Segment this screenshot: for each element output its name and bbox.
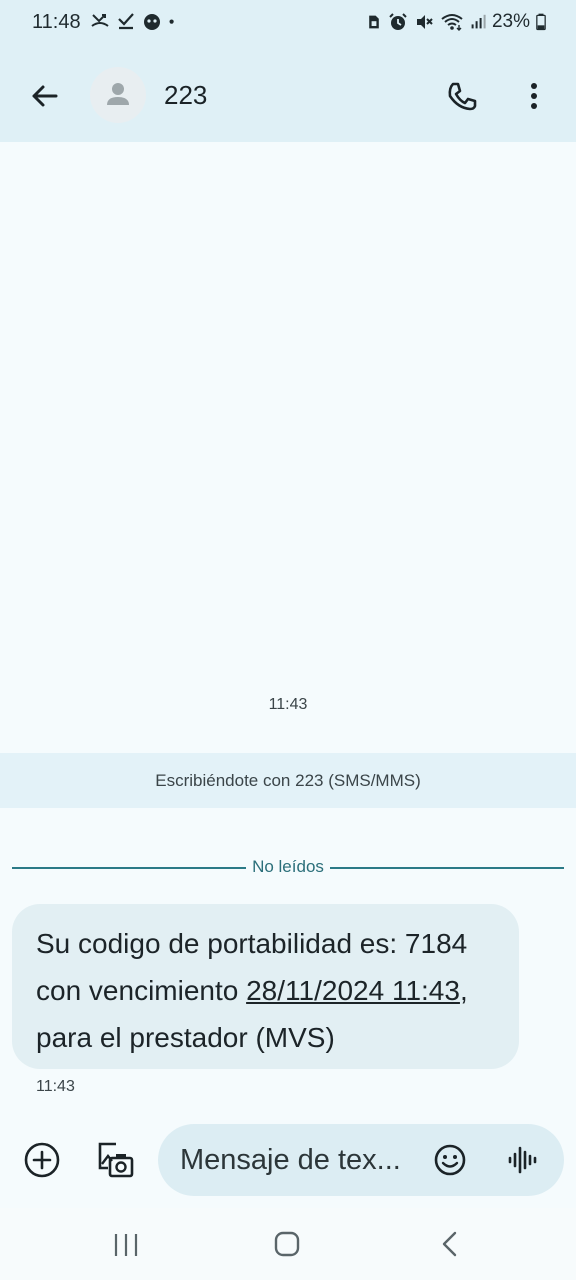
- wifi-icon: [441, 14, 463, 31]
- nav-back-icon[interactable]: [438, 1230, 462, 1258]
- avatar[interactable]: [90, 67, 146, 123]
- sms-info-banner: Escribiéndote con 223 (SMS/MMS): [0, 753, 576, 808]
- message-date-link[interactable]: 28/11/2024 11:43: [246, 975, 460, 1006]
- sim-icon: [369, 15, 379, 29]
- missed-call-icon: [91, 14, 109, 27]
- battery-level: 23%: [491, 11, 530, 32]
- message-time: 11:43: [36, 1078, 75, 1095]
- home-icon[interactable]: [273, 1230, 301, 1258]
- mute-icon: [416, 15, 433, 29]
- divider-line-right: [330, 867, 564, 869]
- app-notification-icon: [144, 14, 160, 30]
- add-icon[interactable]: [22, 1140, 62, 1180]
- system-nav-bar: [0, 1208, 576, 1280]
- message-input[interactable]: Mensaje de tex...: [158, 1124, 564, 1196]
- contact-name[interactable]: 223: [164, 80, 207, 111]
- check-icon: [118, 13, 134, 30]
- conversation-timestamp: 11:43: [268, 696, 308, 713]
- status-time: 11:48: [32, 11, 81, 33]
- phone-icon[interactable]: [442, 76, 482, 116]
- recents-icon[interactable]: [112, 1232, 140, 1258]
- message-bubble[interactable]: Su codigo de portabilidad es: 7184 con v…: [12, 904, 519, 1069]
- more-vert-icon[interactable]: [518, 76, 550, 116]
- emoji-icon[interactable]: [432, 1142, 468, 1178]
- dot-icon: [169, 19, 174, 24]
- voice-icon[interactable]: [504, 1142, 540, 1178]
- avatar-icon: [107, 83, 129, 105]
- status-bar: 11:48 23%: [0, 0, 576, 48]
- unread-divider: No leídos: [12, 856, 564, 880]
- message-input-placeholder: Mensaje de tex...: [180, 1144, 401, 1176]
- status-left-icons: [90, 11, 180, 31]
- conversation-header: 223: [0, 48, 576, 142]
- status-right-icons: 23%: [366, 11, 546, 33]
- battery-icon: [536, 13, 546, 31]
- gallery-icon[interactable]: [94, 1138, 136, 1180]
- signal-icon: [471, 14, 486, 29]
- back-arrow-icon[interactable]: [24, 76, 64, 116]
- alarm-icon: [389, 13, 407, 30]
